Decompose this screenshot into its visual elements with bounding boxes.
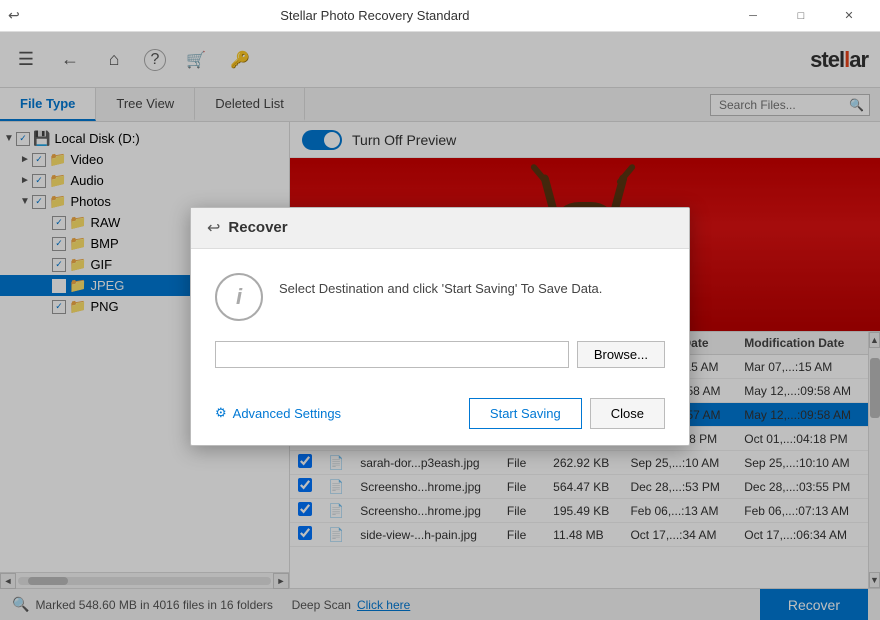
recover-modal: ↩ Recover i Select Destination and click… [190,207,690,446]
modal-title: Recover [228,219,287,236]
modal-input-row: Browse... [215,341,665,368]
destination-path-input[interactable] [215,341,569,368]
close-window-button[interactable]: ✕ [826,0,872,32]
modal-footer: ⚙ Advanced Settings Start Saving Close [191,388,689,445]
modal-info-row: i Select Destination and click 'Start Sa… [215,273,665,321]
modal-body: i Select Destination and click 'Start Sa… [191,249,689,388]
advanced-settings-label: Advanced Settings [233,406,341,421]
title-bar-title: Stellar Photo Recovery Standard [20,8,730,23]
close-modal-button[interactable]: Close [590,398,665,429]
browse-button[interactable]: Browse... [577,341,665,368]
modal-header: ↩ Recover [191,208,689,249]
gear-icon: ⚙ [215,405,227,421]
modal-overlay: ↩ Recover i Select Destination and click… [0,32,880,620]
advanced-settings-link[interactable]: ⚙ Advanced Settings [215,405,341,421]
maximize-button[interactable]: □ [778,0,824,32]
modal-info-text: Select Destination and click 'Start Savi… [279,273,602,296]
title-bar-left: ↩ [8,7,20,24]
title-bar: ↩ Stellar Photo Recovery Standard ─ □ ✕ [0,0,880,32]
modal-back-icon: ↩ [207,218,220,238]
info-icon: i [215,273,263,321]
back-arrow-icon: ↩ [8,7,20,24]
minimize-button[interactable]: ─ [730,0,776,32]
start-saving-button[interactable]: Start Saving [469,398,582,429]
title-bar-controls: ─ □ ✕ [730,0,872,32]
modal-actions: Start Saving Close [469,398,665,429]
